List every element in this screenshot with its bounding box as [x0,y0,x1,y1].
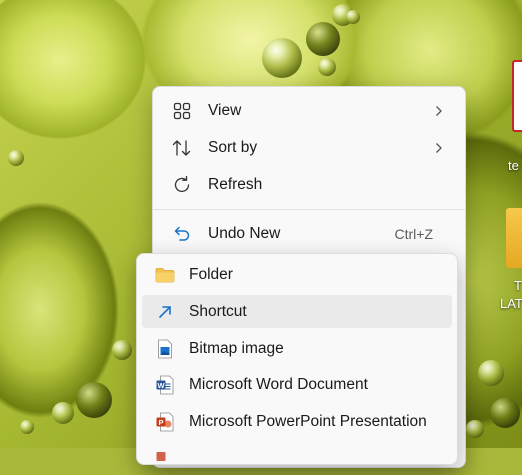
wallpaper-bubble [8,150,24,166]
new-submenu: Folder Shortcut Bitmap image W Microsoft… [136,253,458,465]
menu-item-label: Sort by [208,139,258,156]
menu-separator [153,209,465,210]
menu-item-refresh[interactable]: Refresh [157,168,461,202]
submenu-item-next[interactable] [142,442,452,475]
submenu-item-label: Microsoft Word Document [189,375,368,393]
submenu-item-word-document[interactable]: W Microsoft Word Document [142,368,452,401]
desktop-folder-icon[interactable] [506,208,522,268]
desktop-folder-label: LAT [500,296,522,311]
wallpaper-bubble [490,398,520,428]
svg-text:P: P [158,417,163,426]
sort-icon [171,137,193,159]
menu-item-sort-by[interactable]: Sort by [157,131,461,165]
word-document-icon: W [155,375,175,395]
wallpaper-bubble [20,420,34,434]
wallpaper-bubble [76,382,112,418]
menu-item-label: Refresh [208,176,263,193]
document-icon [155,449,175,469]
wallpaper-bubble [262,38,302,78]
wallpaper-bubble [478,360,504,386]
submenu-item-shortcut[interactable]: Shortcut [142,295,452,328]
submenu-item-label: Microsoft PowerPoint Presentation [189,412,427,430]
wallpaper-bubble [346,10,360,24]
wallpaper-bubble [466,420,484,438]
desktop-file-label: te [508,158,519,173]
wallpaper-bubble [306,22,340,56]
menu-item-undo-new[interactable]: Undo New Ctrl+Z [157,217,461,251]
menu-item-label: View [208,102,242,119]
submenu-item-powerpoint-presentation[interactable]: P Microsoft PowerPoint Presentation [142,405,452,438]
desktop-file-icon[interactable] [512,60,522,132]
folder-icon [155,265,175,285]
wallpaper-bubble [52,402,74,424]
submenu-item-label: Bitmap image [189,339,284,357]
submenu-item-label: Folder [189,265,233,283]
submenu-item-bitmap-image[interactable]: Bitmap image [142,332,452,365]
menu-item-label: Undo New [208,225,281,242]
submenu-item-label: Shortcut [189,302,247,320]
view-grid-icon [171,100,193,122]
shortcut-arrow-icon [155,302,175,322]
chevron-right-icon [435,104,445,118]
undo-icon [171,223,193,245]
menu-item-view[interactable]: View [157,94,461,128]
svg-text:W: W [157,380,165,389]
menu-item-shortcut: Ctrl+Z [394,226,434,242]
wallpaper-bubble [318,58,336,76]
submenu-item-folder[interactable]: Folder [142,258,452,291]
wallpaper-bubble [112,340,132,360]
powerpoint-presentation-icon: P [155,412,175,432]
desktop-folder-label: T [514,278,522,293]
refresh-icon [171,174,193,196]
chevron-right-icon [435,141,445,155]
bitmap-image-icon [155,339,175,359]
